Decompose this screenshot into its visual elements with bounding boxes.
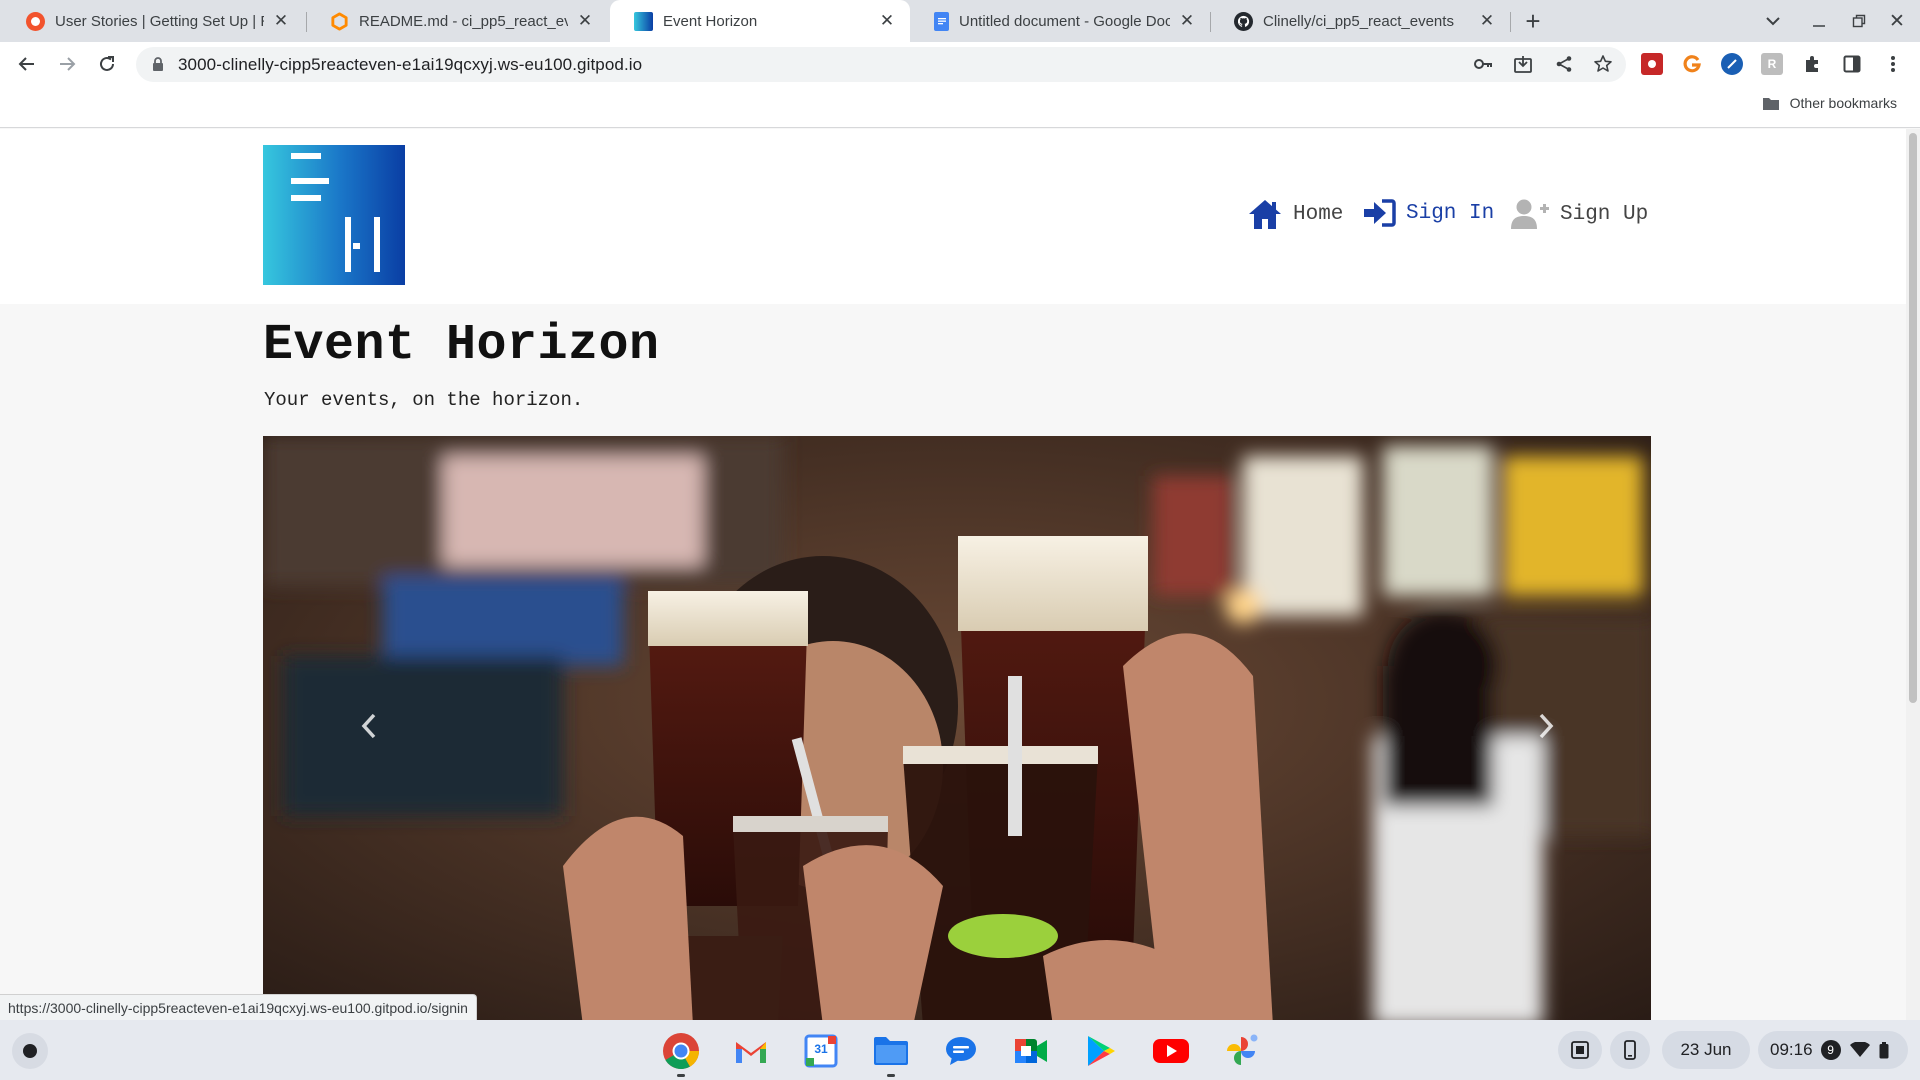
calendar-day-label: 31 xyxy=(814,1042,828,1056)
forward-button[interactable] xyxy=(53,50,81,78)
carousel-next-button[interactable] xyxy=(1526,706,1566,746)
bookmark-star-icon[interactable] xyxy=(1593,54,1613,79)
tab-title: Untitled document - Google Docs xyxy=(959,12,1170,30)
share-icon[interactable] xyxy=(1555,55,1573,78)
user-plus-icon xyxy=(1511,199,1549,229)
close-window-icon[interactable]: ✕ xyxy=(1886,8,1908,34)
tab-title: User Stories | Getting Set Up | RA xyxy=(55,12,264,30)
screen-capture-tray-button[interactable] xyxy=(1558,1031,1602,1069)
close-icon[interactable]: ✕ xyxy=(1176,11,1198,31)
status-tray[interactable]: 09:16 9 xyxy=(1758,1031,1908,1069)
date-label: 23 Jun xyxy=(1680,1040,1732,1059)
close-icon[interactable]: ✕ xyxy=(1476,11,1498,31)
phone-icon xyxy=(1624,1040,1636,1060)
calendar-icon[interactable]: 31 xyxy=(801,1031,841,1071)
chevron-left-icon xyxy=(361,713,376,739)
tab-title: README.md - ci_pp5_react_even xyxy=(359,12,568,30)
tab-separator xyxy=(1510,12,1511,32)
running-indicator xyxy=(677,1074,685,1077)
password-key-icon[interactable] xyxy=(1473,56,1493,77)
nav-sign-in-link[interactable]: Sign In xyxy=(1362,198,1494,228)
screen-capture-icon xyxy=(1571,1041,1589,1059)
page-subtitle: Your events, on the horizon. xyxy=(264,389,584,411)
youtube-icon[interactable] xyxy=(1151,1031,1191,1071)
grammarly-g-icon[interactable] xyxy=(1681,53,1703,75)
other-bookmarks[interactable]: Other bookmarks xyxy=(1762,95,1897,111)
page-viewport: Home Sign In Sign Up Event Horizon Your … xyxy=(0,129,1906,1020)
home-icon xyxy=(1249,200,1281,229)
browser-toolbar: 3000-clinelly-cipp5reacteven-e1ai19qcxyj… xyxy=(0,42,1920,86)
tab-title: Clinelly/ci_pp5_react_events xyxy=(1263,12,1454,30)
github-icon xyxy=(1234,11,1253,31)
other-bookmarks-label: Other bookmarks xyxy=(1789,95,1897,111)
address-bar[interactable]: 3000-clinelly-cipp5reacteven-e1ai19qcxyj… xyxy=(136,47,1626,82)
launcher-button[interactable] xyxy=(12,1033,48,1069)
battery-icon xyxy=(1879,1041,1889,1058)
orange-circle-icon xyxy=(26,11,45,31)
tab-event-horizon[interactable]: Event Horizon ✕ xyxy=(610,0,910,42)
tab-strip: User Stories | Getting Set Up | RA ✕ REA… xyxy=(0,0,1920,42)
url-text[interactable]: 3000-clinelly-cipp5reacteven-e1ai19qcxyj… xyxy=(178,55,642,75)
puzzle-extensions-icon[interactable] xyxy=(1801,53,1823,75)
folder-icon xyxy=(1762,96,1780,111)
gmail-icon[interactable] xyxy=(731,1031,771,1071)
nav-home-link[interactable]: Home xyxy=(1247,198,1343,230)
notification-count-badge: 9 xyxy=(1820,1040,1841,1060)
nav-sign-in-label: Sign In xyxy=(1406,201,1495,225)
restore-icon[interactable] xyxy=(1848,8,1870,34)
event-horizon-logo[interactable] xyxy=(263,145,405,285)
date-tray[interactable]: 23 Jun xyxy=(1662,1031,1750,1069)
carousel-prev-button[interactable] xyxy=(349,706,389,746)
wifi-icon xyxy=(1849,1042,1870,1057)
minimize-icon[interactable] xyxy=(1808,8,1830,34)
tab-title: Event Horizon xyxy=(663,12,758,30)
tab-user-stories[interactable]: User Stories | Getting Set Up | RA ✕ xyxy=(2,0,304,42)
meet-icon[interactable] xyxy=(1011,1031,1051,1071)
files-icon[interactable] xyxy=(871,1031,911,1077)
close-icon[interactable]: ✕ xyxy=(876,11,898,31)
gitpod-icon xyxy=(330,11,349,31)
lock-icon[interactable] xyxy=(152,57,164,77)
chrome-icon[interactable] xyxy=(661,1031,701,1077)
sign-in-icon xyxy=(1364,199,1396,227)
os-shelf: 31 23 Jun 09:16 9 xyxy=(0,1020,1920,1080)
photos-icon[interactable] xyxy=(1221,1031,1261,1071)
tab-google-docs[interactable]: Untitled document - Google Docs ✕ xyxy=(910,0,1210,42)
close-icon[interactable]: ✕ xyxy=(270,11,292,31)
page-title: Event Horizon xyxy=(263,317,660,374)
event-horizon-favicon xyxy=(634,11,653,31)
google-docs-icon xyxy=(934,11,949,31)
page-scrollbar[interactable] xyxy=(1906,129,1920,1020)
tab-search-icon[interactable] xyxy=(1762,8,1784,34)
close-icon[interactable]: ✕ xyxy=(574,11,596,31)
blue-circle-extension-icon[interactable] xyxy=(1721,53,1743,75)
bookmarks-bar: Other bookmarks xyxy=(0,86,1920,128)
back-button[interactable] xyxy=(13,50,41,78)
messages-icon[interactable] xyxy=(941,1031,981,1071)
nav-home-label: Home xyxy=(1293,202,1344,226)
tab-github[interactable]: Clinelly/ci_pp5_react_events ✕ xyxy=(1210,0,1510,42)
install-app-icon[interactable] xyxy=(1513,55,1533,79)
nav-sign-up-link[interactable]: Sign Up xyxy=(1510,198,1648,230)
extension-red-icon[interactable] xyxy=(1641,53,1663,75)
status-bar-url: https://3000-clinelly-cipp5reacteven-e1a… xyxy=(0,994,477,1020)
site-navbar: Home Sign In Sign Up xyxy=(0,129,1906,304)
tab-readme[interactable]: README.md - ci_pp5_react_even ✕ xyxy=(306,0,608,42)
phone-hub-tray-button[interactable] xyxy=(1610,1031,1650,1069)
gray-extension-icon[interactable]: R xyxy=(1761,53,1783,75)
scrollbar-thumb[interactable] xyxy=(1909,133,1917,703)
running-indicator xyxy=(887,1074,895,1077)
launcher-icon xyxy=(23,1044,37,1058)
reload-button[interactable] xyxy=(93,50,121,78)
hero-carousel[interactable] xyxy=(263,436,1651,1020)
new-tab-button[interactable]: + xyxy=(1518,6,1548,36)
nav-sign-up-label: Sign Up xyxy=(1560,202,1649,226)
play-store-icon[interactable] xyxy=(1081,1031,1121,1071)
more-menu-icon[interactable] xyxy=(1882,53,1904,75)
side-panel-icon[interactable] xyxy=(1841,53,1863,75)
chevron-right-icon xyxy=(1539,713,1554,739)
time-label: 09:16 xyxy=(1770,1040,1813,1059)
carousel-image xyxy=(263,436,1651,1020)
